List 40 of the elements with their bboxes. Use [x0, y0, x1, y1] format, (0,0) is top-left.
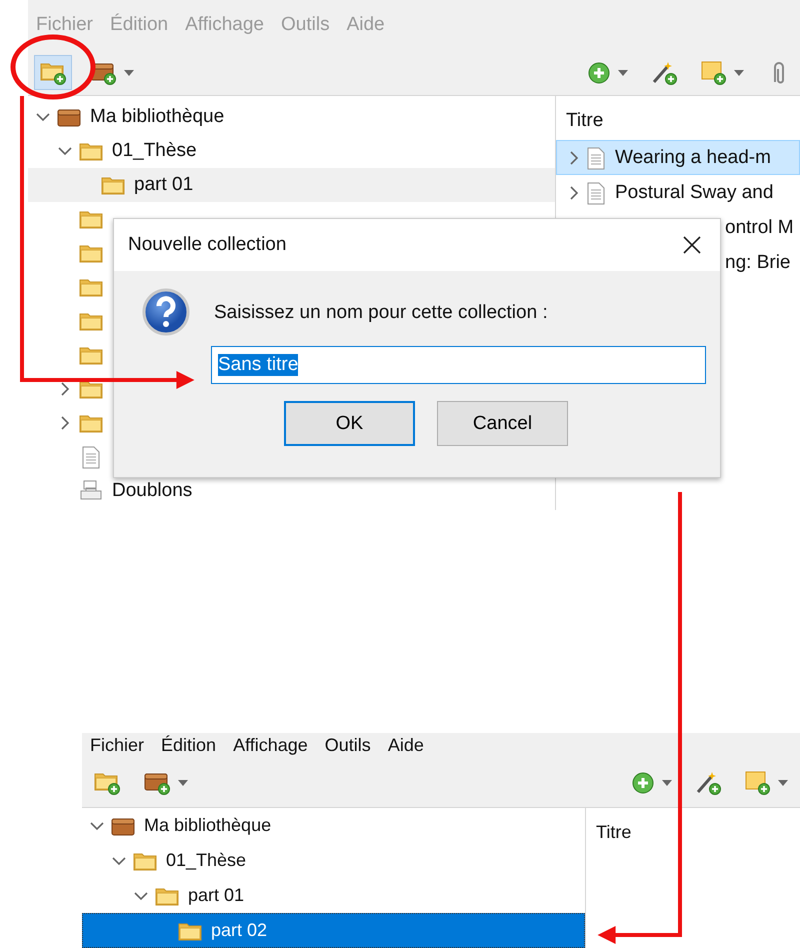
toolbar-button[interactable] [34, 55, 72, 90]
column-header[interactable]: Titre [556, 96, 800, 140]
dropdown-caret-icon[interactable] [123, 68, 135, 78]
collection-label[interactable]: part 01 [134, 174, 194, 196]
dialog-prompt: Saisissez un nom pour cette collection : [214, 302, 549, 324]
close-icon [682, 235, 702, 255]
collection-label[interactable]: Ma bibliothèque [90, 106, 224, 128]
item-title[interactable]: Postural Sway and [615, 182, 774, 204]
dropdown-caret-icon[interactable] [661, 778, 673, 788]
item-title[interactable]: ontrol M [725, 216, 794, 238]
menu-item[interactable]: Fichier [90, 735, 144, 756]
question-icon [141, 287, 191, 337]
collection-label[interactable]: Doublons [112, 480, 192, 502]
name-input-field[interactable]: Sans titre [211, 346, 706, 384]
collection-label[interactable]: 01_Thèse [166, 850, 246, 871]
collection-label[interactable]: Ma bibliothèque [144, 815, 272, 836]
dialog-button[interactable]: OK [284, 401, 415, 446]
plus-circle-icon [587, 60, 611, 84]
note-plus-icon [744, 769, 771, 796]
dialog-title: Nouvelle collection [128, 234, 286, 256]
dialog-button[interactable]: Cancel [437, 401, 568, 446]
dropdown-caret-icon[interactable] [177, 778, 189, 788]
collection-label[interactable]: part 02 [211, 920, 268, 941]
dropdown-caret-icon[interactable] [617, 68, 629, 78]
menu-item[interactable]: Affichage [233, 735, 308, 756]
menu-item[interactable]: Édition [161, 735, 216, 756]
selected-tree-row[interactable]: part 01 [28, 168, 555, 202]
item-title[interactable]: Wearing a head-m [615, 146, 771, 168]
menu-item[interactable]: Aide [388, 735, 424, 756]
note-plus-icon [700, 59, 727, 86]
collection-label[interactable]: part 01 [188, 885, 244, 906]
selected-item-row[interactable]: Wearing a head-m [556, 140, 800, 175]
collection-label[interactable]: 01_Thèse [112, 140, 197, 162]
plus-circle-icon [631, 770, 655, 795]
dropdown-caret-icon[interactable] [777, 778, 789, 788]
dropdown-caret-icon[interactable] [733, 68, 745, 78]
column-header[interactable]: Titre [586, 808, 800, 851]
menu-item[interactable]: Outils [324, 735, 371, 756]
selected-tree-row[interactable]: part 02 [82, 913, 585, 948]
item-title[interactable]: ng: Brie [725, 252, 790, 274]
